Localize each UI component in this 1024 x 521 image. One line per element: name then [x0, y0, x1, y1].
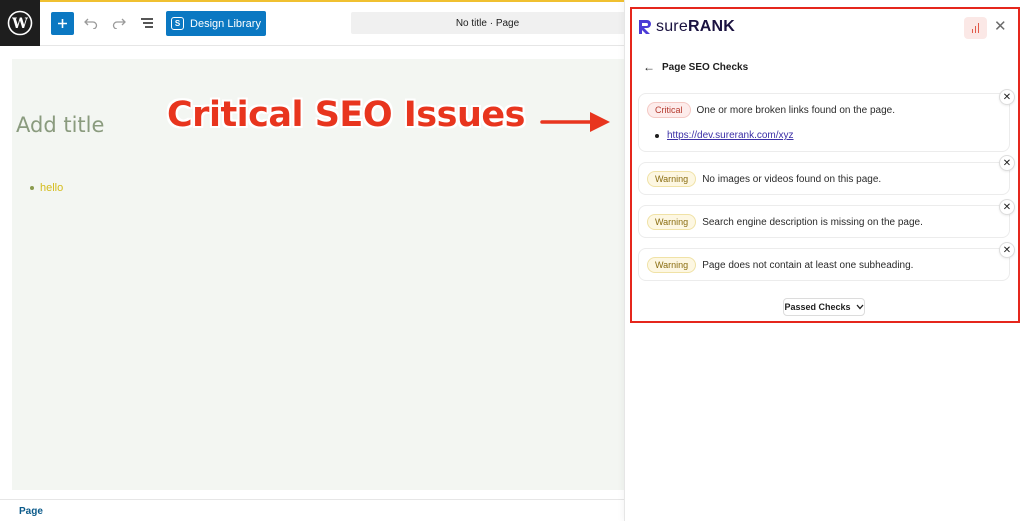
design-library-button[interactable]: S Design Library	[166, 11, 266, 36]
status-badge-warning: Warning	[647, 214, 697, 230]
broken-link[interactable]: https://dev.surerank.com/xyz	[667, 130, 794, 141]
seo-check-message: Search engine description is missing on …	[702, 216, 923, 228]
seo-check-message: One or more broken links found on the pa…	[696, 104, 895, 116]
wordpress-icon: W	[7, 10, 33, 36]
chart-bar-icon	[971, 29, 974, 33]
plus-icon	[58, 19, 67, 28]
dismiss-check-button[interactable]: ✕	[999, 242, 1015, 258]
brand-rank-text: RANK	[687, 18, 735, 35]
redo-button[interactable]	[108, 12, 130, 34]
passed-checks-toggle[interactable]: Passed Checks	[783, 298, 865, 316]
bullet-icon	[655, 133, 659, 138]
seo-check-row: Warning Search engine description is mis…	[647, 214, 923, 230]
annotation-label: Critical SEO Issues	[167, 95, 525, 135]
passed-checks-label: Passed Checks	[784, 302, 851, 312]
undo-button[interactable]	[80, 12, 102, 34]
spectra-icon: S	[171, 17, 185, 30]
surerank-brand-icon	[639, 20, 651, 34]
annotation-arrow-icon	[540, 112, 610, 132]
undo-icon	[84, 18, 98, 29]
brand-sure-text: SURE	[656, 18, 688, 35]
seo-check-row: Warning Page does not contain at least o…	[647, 257, 913, 273]
chart-bar-icon	[977, 23, 980, 33]
list-item-text: hello	[40, 182, 64, 194]
close-panel-button[interactable]: ✕	[994, 19, 1007, 35]
broken-link-item: https://dev.surerank.com/xyz	[655, 130, 794, 141]
app-root: W S Design Library No title · Page Add t…	[0, 0, 1024, 521]
status-badge-critical: Critical	[647, 102, 691, 118]
seo-check-row: Critical One or more broken links found …	[647, 102, 895, 118]
bullet-icon	[30, 186, 34, 190]
list-item[interactable]: hello	[30, 182, 63, 194]
document-overview-button[interactable]	[136, 12, 158, 34]
seo-check-card: Warning Search engine description is mis…	[638, 205, 1010, 238]
breadcrumb-page[interactable]: Page	[19, 506, 43, 517]
editor-footer: Page	[0, 499, 624, 521]
seo-check-row: Warning No images or videos found on thi…	[647, 171, 881, 187]
post-title-placeholder[interactable]: Add title	[16, 113, 104, 137]
dismiss-check-button[interactable]: ✕	[999, 89, 1015, 105]
seo-score-button[interactable]	[964, 17, 987, 39]
dismiss-check-button[interactable]: ✕	[999, 155, 1015, 171]
status-badge-warning: Warning	[647, 257, 697, 273]
redo-icon	[112, 18, 126, 29]
panel-heading: Page SEO Checks	[662, 61, 749, 73]
dismiss-check-button[interactable]: ✕	[999, 199, 1015, 215]
list-view-icon	[141, 18, 153, 28]
editor-toolbar: W S Design Library No title · Page	[0, 0, 624, 46]
design-library-label: Design Library	[190, 17, 261, 30]
wordpress-logo-button[interactable]: W	[0, 0, 40, 46]
seo-check-message: Page does not contain at least one subhe…	[702, 259, 914, 271]
seo-check-card: Warning Page does not contain at least o…	[638, 248, 1010, 281]
arrow-left-icon: ←	[643, 60, 655, 74]
svg-text:W: W	[11, 16, 28, 32]
back-to-seo-button[interactable]: ← Page SEO Checks	[643, 60, 748, 74]
seo-check-card: Critical One or more broken links found …	[638, 93, 1010, 152]
status-badge-warning: Warning	[647, 171, 697, 187]
seo-check-message: No images or videos found on this page.	[702, 173, 882, 185]
chart-bar-icon	[974, 26, 977, 33]
add-block-button[interactable]	[51, 12, 74, 35]
document-title-bar[interactable]: No title · Page	[351, 12, 624, 34]
seo-check-card: Warning No images or videos found on thi…	[638, 162, 1010, 195]
surerank-logo: SURE RANK	[638, 18, 735, 36]
chevron-down-icon	[856, 304, 864, 310]
